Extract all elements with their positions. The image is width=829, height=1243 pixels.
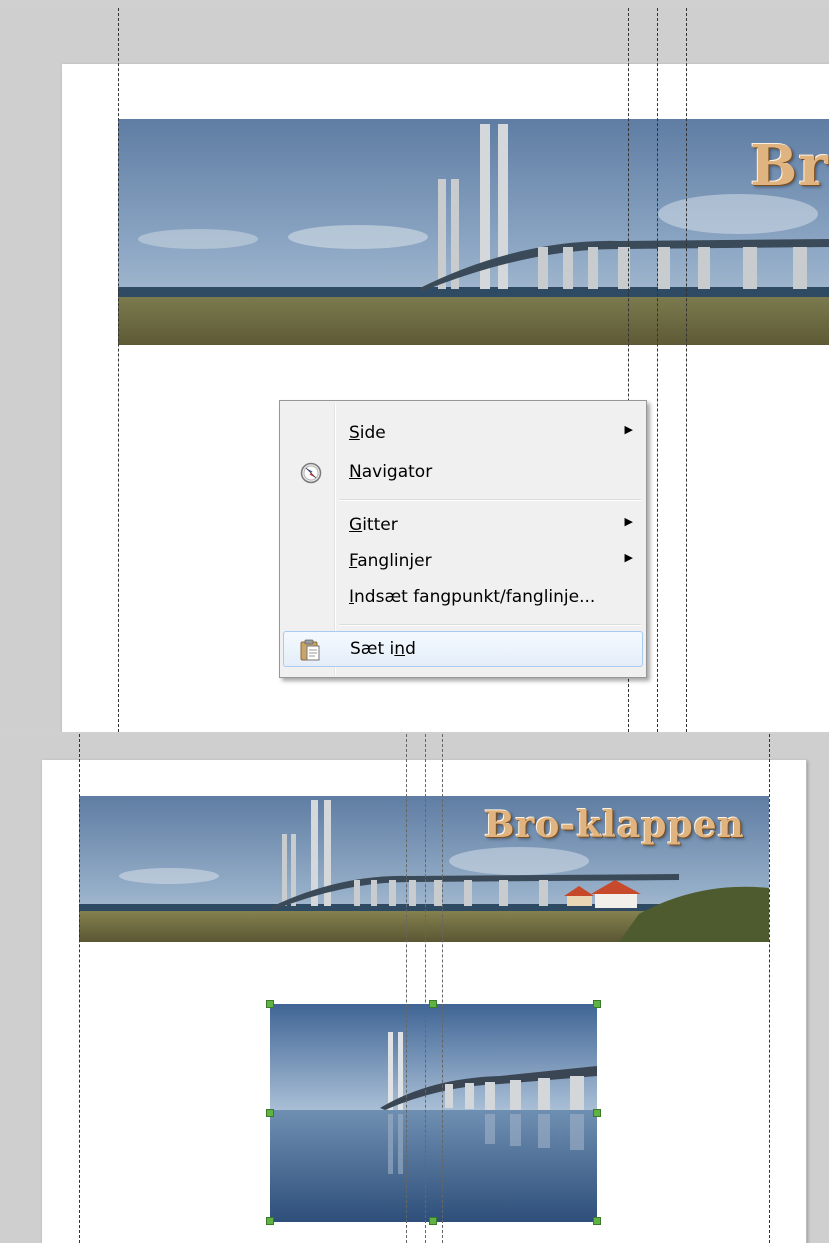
resize-handle-right[interactable] (593, 1109, 601, 1117)
resize-handle-top-right[interactable] (593, 1000, 601, 1008)
menu-item-fanglinjer[interactable]: Fanglinjer ▶ (283, 543, 643, 579)
snap-guide-line[interactable] (442, 734, 443, 1243)
menu-item-label: Fanglinjer (349, 551, 432, 571)
menu-item-label: Indsæt fangpunkt/fanglinje... (349, 587, 596, 607)
bottom-editor-pane: Bro-klappen (0, 734, 829, 1243)
bridge-photo (270, 1004, 597, 1222)
snap-guide-line[interactable] (79, 734, 80, 1243)
banner-photo (118, 119, 829, 345)
submenu-arrow-icon: ▶ (624, 551, 633, 564)
snap-guide-line[interactable] (406, 734, 407, 1243)
menu-separator (339, 499, 641, 501)
resize-handle-top[interactable] (429, 1000, 437, 1008)
menu-item-label: Sæt ind (350, 639, 416, 659)
menu-item-label: Gitter (349, 515, 398, 535)
top-editor-pane: Br Side ▶ Navigator Gitter ▶ Fanglinjer … (0, 8, 829, 732)
snap-guide-line[interactable] (425, 734, 426, 1243)
context-menu: Side ▶ Navigator Gitter ▶ Fanglinjer ▶ I… (279, 400, 647, 678)
resize-handle-bottom-left[interactable] (266, 1217, 274, 1225)
banner-title-partial: Br (750, 133, 829, 199)
header-banner-image[interactable]: Bro-klappen (79, 796, 769, 942)
pasted-bridge-image[interactable] (270, 1004, 597, 1222)
snap-guide-line[interactable] (118, 8, 119, 732)
submenu-arrow-icon: ▶ (624, 515, 633, 528)
header-banner-image[interactable]: Br (118, 119, 829, 345)
navigator-compass-icon (300, 462, 322, 484)
submenu-arrow-icon: ▶ (624, 423, 633, 436)
snap-guide-line[interactable] (769, 734, 770, 1243)
menu-separator (339, 624, 641, 626)
banner-title: Bro-klappen (484, 804, 745, 846)
resize-handle-bottom[interactable] (429, 1217, 437, 1225)
menu-item-label: Navigator (349, 462, 433, 482)
snap-guide-line[interactable] (686, 8, 687, 732)
menu-item-indsaet-fangpunkt[interactable]: Indsæt fangpunkt/fanglinje... (283, 579, 643, 615)
resize-handle-left[interactable] (266, 1109, 274, 1117)
resize-handle-top-left[interactable] (266, 1000, 274, 1008)
resize-handle-bottom-right[interactable] (593, 1217, 601, 1225)
menu-item-gitter[interactable]: Gitter ▶ (283, 507, 643, 543)
paste-clipboard-icon (298, 638, 320, 661)
menu-item-side[interactable]: Side ▶ (283, 415, 643, 451)
snap-guide-line[interactable] (657, 8, 658, 732)
menu-item-navigator[interactable]: Navigator (283, 454, 643, 490)
menu-item-label: Side (349, 423, 386, 443)
menu-item-saet-ind[interactable]: Sæt ind (283, 631, 643, 667)
